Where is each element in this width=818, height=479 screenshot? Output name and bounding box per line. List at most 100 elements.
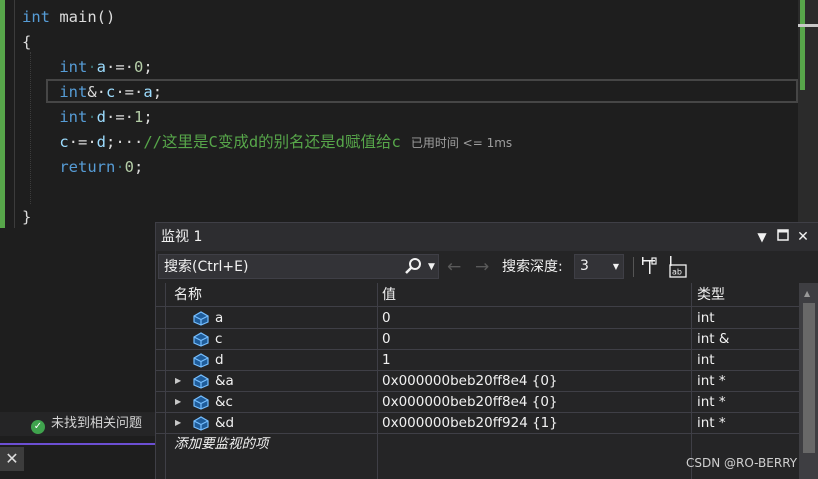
watch-grid: 名称 值 类型 a 0 int c 0 int & d 1 int ▶ &a 0x000000beb2…	[156, 283, 799, 479]
column-header-type[interactable]: 类型	[697, 283, 725, 307]
watch-type-cell[interactable]: int *	[697, 392, 726, 413]
code-token: ·=·	[68, 133, 97, 151]
code-line[interactable]: int&·c·=·a;	[22, 80, 162, 105]
code-token: 0	[124, 158, 135, 176]
column-header-value[interactable]: 值	[382, 283, 396, 307]
maximize-icon[interactable]	[774, 227, 792, 247]
code-token: ·	[115, 158, 125, 176]
watch-type-cell[interactable]: int *	[697, 371, 726, 392]
watch-value-cell[interactable]: 0	[382, 329, 391, 350]
variable-icon	[192, 331, 210, 347]
code-token: int	[59, 83, 88, 101]
search-input[interactable]	[164, 255, 394, 278]
code-line[interactable]: int·d·=·1;	[22, 105, 152, 130]
watch-row[interactable]: ▶ &c 0x000000beb20ff8e4 {0} int *	[156, 392, 799, 413]
add-watch-placeholder[interactable]: 添加要监视的项	[174, 434, 269, 455]
editor-scrollbar[interactable]	[798, 0, 818, 228]
code-line[interactable]: int main()	[22, 5, 115, 30]
watch-value-cell[interactable]: 0x000000beb20ff8e4 {0}	[382, 392, 558, 413]
code-line[interactable]: return·0;	[22, 155, 143, 180]
code-token: ;···	[106, 133, 144, 151]
expand-icon[interactable]: ▶	[175, 413, 181, 433]
scroll-up-icon[interactable]: ▲	[804, 289, 810, 298]
elapsed-time-label: 已用时间 <= 1ms	[410, 136, 513, 150]
watch-name-cell[interactable]: &c	[215, 392, 233, 413]
code-token: }	[22, 208, 32, 226]
issues-status[interactable]: ✓ 未找到相关问题	[0, 412, 156, 436]
code-token: main()	[50, 8, 116, 26]
watch-value-cell[interactable]: 0x000000beb20ff8e4 {0}	[382, 371, 558, 392]
search-icon[interactable]	[404, 257, 428, 277]
watch-name-cell[interactable]: &d	[215, 413, 234, 434]
issues-status-label: 未找到相关问题	[51, 416, 143, 431]
code-token: a	[96, 58, 107, 76]
watch-name-cell[interactable]: c	[215, 329, 222, 350]
watch-scrollbar[interactable]: ▲	[799, 283, 818, 479]
code-line[interactable]: c·=·d;···//这里是C变成d的别名还是d赋值给c 已用时间 <= 1ms	[22, 130, 512, 155]
toolbar-separator	[633, 257, 634, 277]
code-token: &·	[87, 83, 106, 101]
variable-icon	[192, 394, 210, 410]
bottom-tab-strip: ✕	[0, 443, 156, 479]
check-icon: ✓	[31, 420, 45, 434]
pin-icon[interactable]	[640, 255, 658, 277]
code-token: ·	[87, 58, 97, 76]
code-token: ;	[143, 58, 153, 76]
window-menu-icon[interactable]: ▼	[753, 227, 771, 247]
watch-row[interactable]: ▶ &a 0x000000beb20ff8e4 {0} int *	[156, 371, 799, 392]
variable-icon	[192, 415, 210, 431]
code-token: ·=·	[115, 83, 144, 101]
add-watch-row[interactable]: 添加要监视的项	[156, 434, 799, 455]
scroll-thumb[interactable]	[803, 303, 815, 453]
code-line[interactable]: }	[22, 205, 31, 230]
expand-icon[interactable]: ▶	[175, 371, 181, 391]
code-token: d	[96, 108, 107, 126]
code-token: d	[96, 133, 107, 151]
search-depth-select[interactable]: 3 ▼	[574, 254, 624, 279]
hex-display-icon[interactable]: ab	[666, 255, 690, 279]
watch-grid-header: 名称 值 类型	[156, 283, 799, 307]
watch-row[interactable]: a 0 int	[156, 308, 799, 329]
code-line[interactable]: {	[22, 30, 31, 55]
watch-type-cell[interactable]: int	[697, 308, 715, 329]
gutter-divider	[14, 0, 15, 228]
dropdown-icon[interactable]: ▼	[428, 258, 435, 276]
forward-arrow-icon[interactable]: →	[475, 257, 489, 277]
watch-value-cell[interactable]: 1	[382, 350, 391, 371]
watch-window: 监视 1 ▼ ✕ ▼ ← → 搜索深度: 3 ▼ ab 名称	[155, 222, 818, 479]
search-depth-label: 搜索深度:	[502, 259, 563, 275]
watch-type-cell[interactable]: int	[697, 350, 715, 371]
code-token: {	[22, 33, 32, 51]
watch-title-bar: 监视 1 ▼ ✕	[156, 223, 818, 251]
watch-name-cell[interactable]: d	[215, 350, 224, 371]
code-token: int	[59, 58, 88, 76]
watch-name-cell[interactable]: a	[215, 308, 223, 329]
back-arrow-icon[interactable]: ←	[447, 257, 461, 277]
variable-icon	[192, 373, 210, 389]
search-depth-value: 3	[580, 258, 589, 274]
watch-search-box[interactable]: ▼	[158, 254, 439, 279]
close-icon[interactable]: ✕	[794, 227, 812, 247]
code-token: ;	[134, 158, 144, 176]
watch-row[interactable]: c 0 int &	[156, 329, 799, 350]
watch-toolbar: ▼ ← → 搜索深度: 3 ▼ ab	[156, 251, 818, 283]
watch-value-cell[interactable]: 0x000000beb20ff924 {1}	[382, 413, 558, 434]
close-icon[interactable]: ✕	[0, 447, 24, 471]
code-line[interactable]: int·a·=·0;	[22, 55, 153, 80]
expand-icon[interactable]: ▶	[175, 392, 181, 412]
watch-row[interactable]: ▶ &d 0x000000beb20ff924 {1} int *	[156, 413, 799, 434]
watch-type-cell[interactable]: int *	[697, 413, 726, 434]
code-token: return	[59, 158, 116, 176]
watch-name-cell[interactable]: &a	[215, 371, 234, 392]
code-token: ·=·	[106, 58, 135, 76]
column-header-name[interactable]: 名称	[174, 283, 202, 307]
variable-icon	[192, 352, 210, 368]
code-token: c	[59, 133, 69, 151]
watch-row[interactable]: d 1 int	[156, 350, 799, 371]
watch-type-cell[interactable]: int &	[697, 329, 729, 350]
watch-value-cell[interactable]: 0	[382, 308, 391, 329]
change-indicator-bar	[0, 0, 5, 228]
